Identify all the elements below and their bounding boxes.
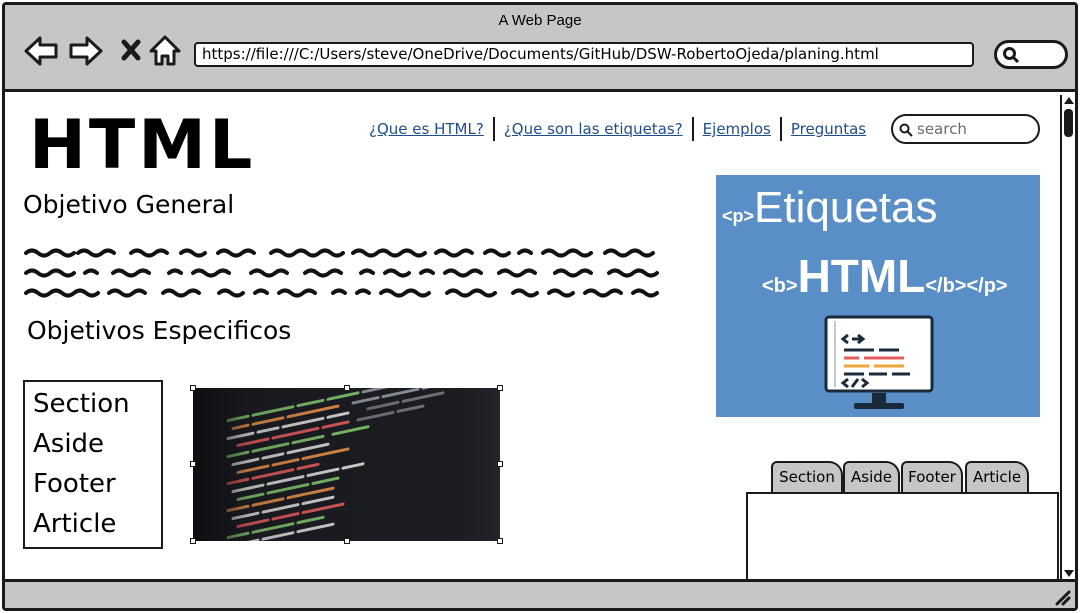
nav-divider [492, 117, 495, 141]
list-item: Section [33, 389, 130, 419]
browser-window: A Web Page https://file:///C:/Users/stev… [2, 2, 1078, 611]
search-icon [899, 123, 913, 137]
placeholder-text-scribble [24, 248, 659, 298]
scroll-thumb[interactable] [1064, 109, 1073, 137]
scroll-down-icon[interactable] [1064, 570, 1074, 577]
banner-word-html: HTML [797, 250, 926, 302]
objetivo-general-heading: Objetivo General [23, 190, 235, 219]
back-icon[interactable] [23, 33, 59, 69]
list-item: Article [33, 509, 117, 539]
vertical-scrollbar[interactable] [1060, 95, 1075, 579]
list-item: Aside [33, 429, 105, 459]
browser-search-field[interactable] [994, 40, 1068, 69]
nav-link-que-es-html[interactable]: ¿Que es HTML? [369, 120, 484, 138]
resize-grip-icon[interactable] [1053, 588, 1071, 606]
home-icon[interactable] [147, 33, 183, 69]
resize-handle[interactable] [190, 538, 196, 544]
tab-article[interactable]: Article [965, 461, 1029, 493]
resize-handle[interactable] [497, 461, 503, 467]
nav-link-ejemplos[interactable]: Ejemplos [703, 120, 771, 138]
resize-handle[interactable] [344, 385, 350, 391]
top-nav: ¿Que es HTML? ¿Que son las etiquetas? Ej… [369, 116, 866, 142]
url-input[interactable]: https://file:///C:/Users/steve/OneDrive/… [194, 42, 974, 67]
banner-tag-close: </b></p> [925, 275, 1008, 297]
banner-tag-p: <p> [722, 206, 755, 226]
window-title: A Web Page [498, 12, 582, 29]
nav-link-etiquetas[interactable]: ¿Que son las etiquetas? [504, 120, 683, 138]
objetivos-especificos-heading: Objetivos Especificos [27, 316, 292, 345]
nav-link-preguntas[interactable]: Preguntas [791, 120, 866, 138]
tab-aside[interactable]: Aside [843, 461, 900, 493]
banner-tag-b: <b> [762, 275, 798, 297]
code-image-graphic [193, 388, 500, 541]
tab-footer[interactable]: Footer [901, 461, 963, 493]
tab-panel [746, 492, 1059, 582]
banner-word-etiquetas: Etiquetas [754, 183, 938, 232]
search-icon [1003, 47, 1019, 63]
nav-divider [779, 117, 782, 141]
resize-handle[interactable] [497, 385, 503, 391]
status-bar [5, 579, 1075, 608]
close-icon[interactable] [113, 33, 149, 69]
search-input[interactable] [917, 119, 1033, 139]
list-item: Footer [33, 469, 116, 499]
code-monitor-icon [824, 315, 934, 409]
resize-handle[interactable] [190, 385, 196, 391]
page-content: HTML ¿Que es HTML? ¿Que son las etiqueta… [5, 95, 1060, 582]
resize-handle[interactable] [190, 461, 196, 467]
resize-handle[interactable] [344, 538, 350, 544]
scroll-up-icon[interactable] [1064, 97, 1074, 104]
code-screenshot-image[interactable] [193, 388, 500, 541]
browser-chrome: A Web Page https://file:///C:/Users/stev… [5, 5, 1075, 92]
etiquetas-html-banner: <p>Etiquetas <b>HTML</b></p> [716, 175, 1040, 417]
element-list-box: Section Aside Footer Article [23, 380, 163, 549]
tab-section[interactable]: Section [771, 461, 843, 493]
forward-icon[interactable] [68, 33, 104, 69]
page-logo: HTML [29, 106, 256, 185]
resize-handle[interactable] [497, 538, 503, 544]
banner-line-mid: <b>HTML</b></p> [762, 249, 1008, 303]
banner-line-top: <p>Etiquetas [722, 183, 938, 233]
nav-divider [691, 117, 694, 141]
page-search-field[interactable] [891, 114, 1040, 144]
